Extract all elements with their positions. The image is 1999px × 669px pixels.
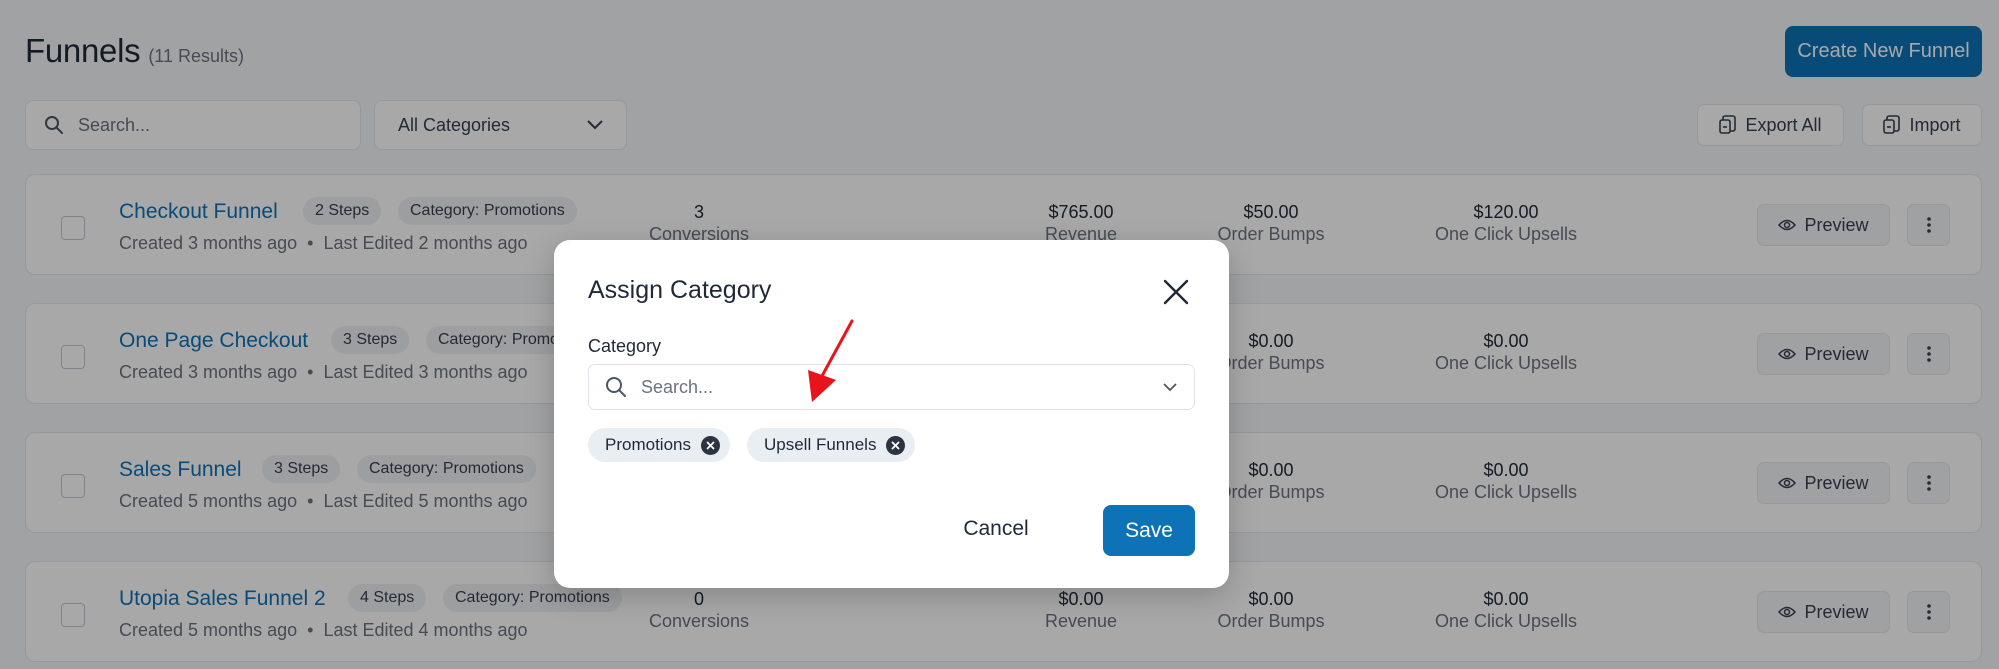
selected-category-chip: Promotions xyxy=(588,428,730,462)
category-field-label: Category xyxy=(588,336,662,356)
modal-title: Assign Category xyxy=(588,276,772,304)
funnels-page: Funnels (11 Results) Create New Funnel Se… xyxy=(0,0,1999,669)
remove-chip-icon[interactable] xyxy=(700,435,720,455)
chip-label: Upsell Funnels xyxy=(764,435,877,454)
cancel-button[interactable]: Cancel xyxy=(950,505,1042,553)
search-icon xyxy=(606,377,626,397)
annotation-arrow-icon xyxy=(808,319,854,402)
close-icon[interactable] xyxy=(1161,277,1191,307)
category-search-placeholder: Search... xyxy=(641,376,714,397)
chevron-down-icon[interactable] xyxy=(1162,379,1178,395)
save-button[interactable]: Save xyxy=(1103,505,1195,556)
category-search-input[interactable]: Search... xyxy=(588,364,1195,410)
selected-category-chip: Upsell Funnels xyxy=(747,428,916,462)
remove-chip-icon[interactable] xyxy=(886,435,906,455)
chip-label: Promotions xyxy=(605,435,691,454)
assign-category-modal: Assign Category Category Search... Promo… xyxy=(554,240,1229,588)
